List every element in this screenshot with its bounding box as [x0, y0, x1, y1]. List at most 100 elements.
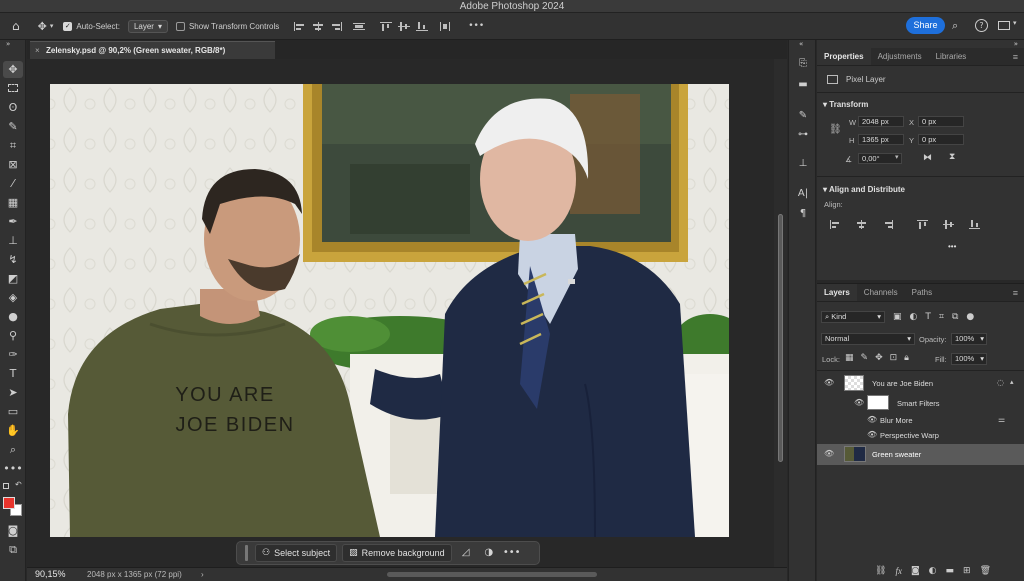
layer-style-icon[interactable]: fx — [895, 566, 902, 576]
filter-adjustment-icon[interactable]: ◐ — [910, 312, 918, 322]
filter-type-icon[interactable]: T — [925, 312, 931, 322]
more-options-button[interactable]: ••• — [948, 242, 956, 251]
horizontal-scroll-thumb[interactable] — [387, 572, 597, 577]
more-options-button[interactable]: ••• — [468, 21, 484, 31]
filter-blending-options-icon[interactable]: ⚌ — [998, 415, 1005, 424]
chevron-down-icon[interactable]: ▾ — [1013, 19, 1017, 27]
lock-transparency-icon[interactable]: ▦ — [845, 353, 854, 363]
new-group-icon[interactable]: ▬ — [946, 566, 955, 576]
tab-adjustments[interactable]: Adjustments — [871, 48, 929, 65]
brush-settings-icon[interactable]: ✎ — [795, 110, 811, 124]
more-options-button[interactable]: ••• — [503, 544, 521, 562]
height-field[interactable]: 1365 px — [858, 134, 904, 145]
layer-row[interactable]: 👁︎ You are Joe Biden ◌ ▴ — [817, 373, 1024, 394]
align-section-header[interactable]: ▾ Align and Distribute — [823, 185, 905, 194]
panel-menu-icon[interactable]: ≡ — [1013, 284, 1018, 301]
default-colors-icon[interactable] — [3, 483, 9, 489]
visibility-eye-icon[interactable]: 👁︎ — [824, 449, 834, 458]
collapse-icon[interactable]: » — [1014, 40, 1018, 48]
dodge-tool-icon[interactable]: ⚲ — [3, 327, 23, 344]
lock-brush-icon[interactable]: ✎ — [861, 353, 869, 363]
tab-layers[interactable]: Layers — [817, 284, 857, 301]
history-icon[interactable]: ⎘ — [795, 58, 811, 72]
tab-paths[interactable]: Paths — [905, 284, 939, 301]
filter-pixel-icon[interactable]: ▣ — [893, 312, 902, 322]
crop-tool-icon[interactable]: ⌗ — [3, 137, 23, 154]
align-bottom-icon[interactable] — [416, 21, 429, 31]
comments-icon[interactable]: ▬ — [795, 79, 811, 93]
gradient-tool-icon[interactable]: ◈ — [3, 289, 23, 306]
align-vertical-center-icon[interactable] — [398, 21, 411, 31]
collapse-icon[interactable]: » — [6, 40, 10, 48]
eyedropper-tool-icon[interactable]: ⁄ — [3, 175, 23, 192]
show-transform-option[interactable]: Show Transform Controls — [175, 21, 279, 31]
visibility-eye-icon[interactable]: 👁︎ — [867, 415, 877, 424]
flip-vertical-icon[interactable]: ⧗ — [949, 152, 955, 162]
auto-select-checkbox[interactable]: ✓ — [63, 21, 73, 31]
align-right-icon[interactable] — [882, 220, 894, 229]
new-layer-icon[interactable]: ⊞ — [963, 566, 971, 576]
visibility-eye-icon[interactable]: 👁︎ — [824, 378, 834, 387]
edit-toolbar-icon[interactable]: ••• — [3, 460, 23, 477]
share-button[interactable]: Share — [906, 17, 945, 34]
foreground-color-swatch[interactable] — [3, 497, 15, 509]
tab-channels[interactable]: Channels — [857, 284, 905, 301]
tab-properties[interactable]: Properties — [817, 48, 871, 65]
lasso-tool-icon[interactable]: ʘ — [3, 99, 23, 116]
fill-field[interactable]: 100% ▾ — [951, 353, 987, 365]
remove-background-button[interactable]: ▨ Remove background — [342, 544, 452, 562]
layer-row-selected[interactable]: 👁︎ Green sweater — [817, 444, 1024, 465]
document-tab[interactable]: × Zelensky.psd @ 90,2% (Green sweater, R… — [30, 41, 275, 59]
clone-stamp-tool-icon[interactable]: ⊥ — [3, 232, 23, 249]
help-icon[interactable]: ? — [975, 19, 988, 32]
blur-tool-icon[interactable]: ● — [3, 308, 23, 325]
transform-section-header[interactable]: ▾ Transform — [823, 100, 868, 109]
frame-tool-icon[interactable]: ⊠ — [3, 156, 23, 173]
align-left-icon[interactable] — [830, 220, 842, 229]
tab-libraries[interactable]: Libraries — [929, 48, 974, 65]
y-field[interactable]: 0 px — [918, 134, 964, 145]
screen-mode-icon[interactable]: ⧉ — [3, 541, 23, 558]
visibility-eye-icon[interactable]: 👁︎ — [854, 398, 864, 407]
smart-filters-row[interactable]: 👁︎ Smart Filters — [817, 394, 1024, 412]
swap-colors-icon[interactable]: ↶ — [15, 480, 22, 489]
layer-filter-kind[interactable]: ⌕ Kind ▾ — [821, 311, 885, 323]
hand-tool-icon[interactable]: ✋ — [3, 422, 23, 439]
adjustment-layer-icon[interactable]: ◐ — [929, 566, 937, 576]
align-left-icon[interactable] — [294, 21, 306, 31]
align-vertical-center-icon[interactable] — [943, 220, 955, 229]
status-menu-arrow[interactable]: › — [201, 568, 204, 581]
path-selection-tool-icon[interactable]: ➤ — [3, 384, 23, 401]
brush-tool-icon[interactable]: ✒ — [3, 213, 23, 230]
adjustment-icon[interactable]: ◑ — [480, 544, 498, 562]
add-mask-icon[interactable]: ◙ — [911, 566, 920, 576]
filter-row[interactable]: 👁︎ Blur More ⚌ — [817, 413, 1024, 427]
panel-menu-icon[interactable]: ≡ — [1013, 48, 1018, 65]
filter-smart-object-icon[interactable]: ⧉ — [952, 312, 958, 322]
auto-select-target[interactable]: Layer ▾ — [127, 19, 168, 33]
visibility-eye-icon[interactable]: 👁︎ — [867, 430, 877, 439]
home-icon[interactable]: ⌂ — [12, 19, 20, 33]
align-bottom-icon[interactable] — [969, 220, 981, 229]
history-brush-tool-icon[interactable]: ↯ — [3, 251, 23, 268]
auto-select-option[interactable]: ✓ Auto-Select: — [63, 21, 120, 31]
drag-handle[interactable] — [245, 545, 248, 561]
move-tool-icon[interactable]: ✥ — [3, 61, 23, 78]
distribute-icon[interactable] — [353, 22, 366, 31]
align-top-icon[interactable] — [380, 21, 393, 31]
align-horizontal-center-icon[interactable] — [856, 220, 868, 229]
show-transform-checkbox[interactable] — [175, 21, 185, 31]
link-layers-icon[interactable]: ⛓ — [875, 566, 886, 576]
healing-brush-tool-icon[interactable]: ▦ — [3, 194, 23, 211]
move-tool-icon[interactable]: ✥ — [38, 20, 47, 33]
rectangle-tool-icon[interactable]: ▭ — [3, 403, 23, 420]
quick-selection-tool-icon[interactable]: ✎ — [3, 118, 23, 135]
align-top-icon[interactable] — [917, 220, 929, 229]
quick-mask-icon[interactable]: ◙ — [3, 522, 23, 539]
delete-layer-icon[interactable]: 🗑︎ — [980, 566, 991, 576]
close-icon[interactable]: × — [35, 42, 40, 59]
chevron-down-icon[interactable]: ▾ — [895, 153, 899, 161]
lock-artboard-icon[interactable]: ⊡ — [890, 353, 898, 363]
collapse-icon[interactable]: « — [799, 40, 803, 48]
filter-toggle-icon[interactable]: ● — [966, 312, 974, 322]
